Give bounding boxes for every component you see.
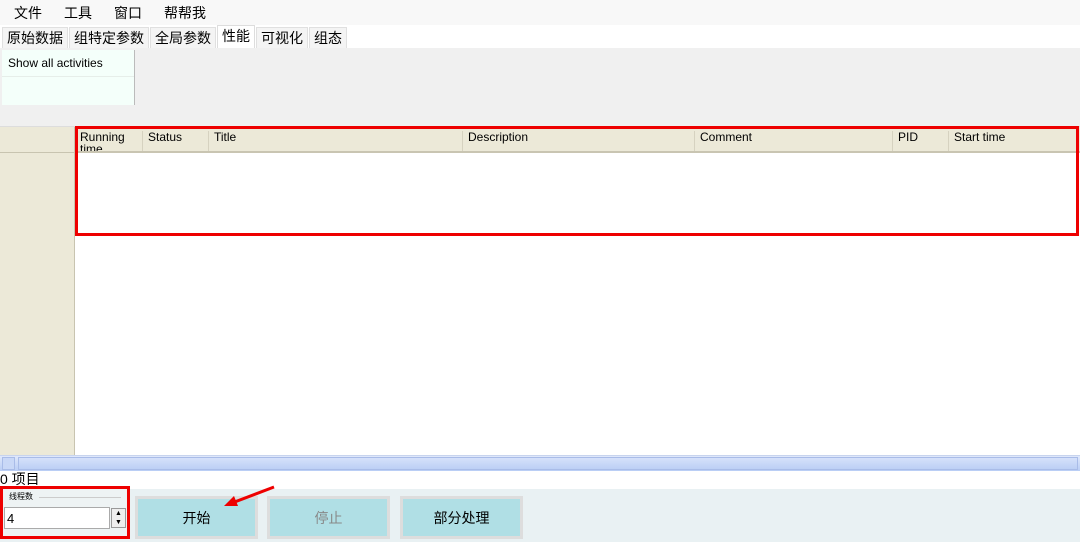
partial-process-button[interactable]: 部分处理 [400,496,523,539]
menu-tools[interactable]: 工具 [64,3,92,23]
spinner-arrows-icon[interactable]: ▲ ▼ [111,508,126,528]
scroll-thumb[interactable] [18,457,1078,470]
thread-count-group: 线程数 ▲▼ [0,486,130,539]
annotation-arrow-icon [224,485,275,506]
show-all-activities[interactable]: Show all activities [2,50,134,77]
menu-window[interactable]: 窗口 [114,3,142,23]
tab-global-params[interactable]: 全局参数 [150,27,216,48]
tab-performance[interactable]: 性能 [217,25,255,48]
group-divider [39,497,121,498]
grid-corner [0,127,74,153]
tab-raw-data[interactable]: 原始数据 [2,27,68,48]
activity-list-empty-row [2,77,134,104]
thread-count-input[interactable] [4,507,110,529]
tab-group-params[interactable]: 组特定参数 [69,27,149,48]
stop-button[interactable]: 停止 [267,496,390,539]
tab-configuration[interactable]: 组态 [309,27,347,48]
row-header-column [0,127,75,455]
annotation-highlight-grid [75,126,1079,236]
menu-help[interactable]: 帮帮我 [164,3,206,23]
tab-bar: 原始数据 组特定参数 全局参数 性能 可视化 组态 [0,25,1080,48]
menu-bar: 文件 工具 窗口 帮帮我 [0,0,1080,25]
activity-list: Show all activities [2,50,135,105]
horizontal-scrollbar[interactable] [0,455,1080,471]
scroll-left-button[interactable] [2,457,15,470]
menu-file[interactable]: 文件 [14,3,42,23]
tab-visualization[interactable]: 可视化 [256,27,308,48]
thread-count-label: 线程数 [9,492,33,501]
activity-panel [0,48,1080,126]
